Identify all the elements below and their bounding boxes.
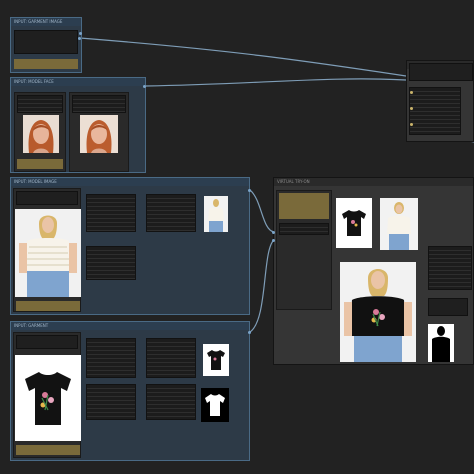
processing-node[interactable] — [86, 194, 136, 232]
wire-faces-to-right — [145, 78, 407, 87]
load-person-node[interactable] — [13, 188, 81, 312]
face-node-2[interactable] — [69, 92, 129, 172]
woman-face-photo — [80, 115, 118, 153]
wire-person-to-tryon — [249, 189, 275, 233]
woman-result-thumbnail — [380, 198, 418, 250]
tshirt-with-flowers — [15, 355, 81, 441]
node-status-bar — [17, 159, 63, 169]
node-graph-canvas[interactable]: INPUT: GARMENT IMAGE INPUT: MODEL FACE I… — [0, 0, 474, 474]
output-socket[interactable] — [143, 85, 146, 88]
node-status-bar — [16, 445, 80, 455]
wire-garment-to-right — [79, 37, 407, 77]
node-widget[interactable] — [428, 298, 468, 316]
node-status-bar — [16, 301, 80, 311]
node-title: INPUT: GARMENT — [11, 322, 249, 330]
processing-node[interactable] — [86, 246, 136, 280]
node-title: INPUT: MODEL FACE — [11, 78, 145, 86]
node-widget-rows[interactable] — [17, 95, 63, 113]
tshirt-preview-thumbnail — [203, 344, 229, 376]
node-widget-rows[interactable] — [409, 87, 461, 135]
node-title: INPUT: GARMENT IMAGE — [11, 18, 81, 26]
processing-node[interactable] — [86, 384, 136, 420]
model-face-group[interactable]: INPUT: MODEL FACE — [10, 77, 146, 173]
output-socket[interactable] — [248, 189, 251, 192]
processing-node[interactable] — [146, 194, 196, 232]
top-right-node[interactable] — [406, 60, 474, 142]
node-widget-rows[interactable] — [72, 95, 126, 113]
tryon-group[interactable]: VIRTUAL TRY-ON — [273, 177, 474, 365]
node-status-bar — [14, 59, 78, 69]
image-select-widget[interactable] — [16, 335, 78, 349]
tshirt-result-thumbnail — [336, 198, 372, 248]
woman-face-photo — [23, 115, 59, 153]
input-socket[interactable] — [410, 91, 413, 94]
processing-node[interactable] — [86, 338, 136, 378]
load-garment-node[interactable]: INPUT: GARMENT IMAGE — [10, 17, 82, 73]
output-socket[interactable] — [78, 37, 81, 40]
black-silhouette-mask — [428, 324, 454, 362]
garment-group[interactable]: INPUT: GARMENT — [10, 321, 250, 461]
output-socket[interactable] — [248, 331, 251, 334]
wire-garment-to-tryon — [249, 239, 275, 333]
tryon-settings-node[interactable] — [276, 190, 332, 310]
model-selector[interactable] — [279, 193, 329, 219]
woman-in-white-tshirt-photo — [15, 209, 81, 297]
processing-node[interactable] — [146, 338, 196, 378]
white-tshirt-mask — [201, 388, 229, 422]
node-title: INPUT: MODEL IMAGE — [11, 178, 249, 186]
node-widget[interactable] — [409, 63, 473, 81]
woman-preview-thumbnail — [204, 196, 228, 232]
face-node-1[interactable] — [14, 92, 66, 172]
processing-node[interactable] — [428, 246, 472, 290]
node-widget[interactable] — [14, 30, 78, 54]
input-socket[interactable] — [410, 123, 413, 126]
node-title: VIRTUAL TRY-ON — [274, 178, 473, 186]
input-socket[interactable] — [272, 231, 275, 234]
input-socket[interactable] — [272, 239, 275, 242]
image-select-widget[interactable] — [16, 191, 78, 205]
load-garment-image-node[interactable] — [13, 332, 81, 458]
input-socket[interactable] — [410, 107, 413, 110]
tryon-output-image — [340, 262, 416, 362]
processing-node[interactable] — [146, 384, 196, 420]
node-widget-rows[interactable] — [279, 223, 329, 235]
model-image-group[interactable]: INPUT: MODEL IMAGE — [10, 177, 250, 315]
output-socket[interactable] — [79, 32, 82, 35]
